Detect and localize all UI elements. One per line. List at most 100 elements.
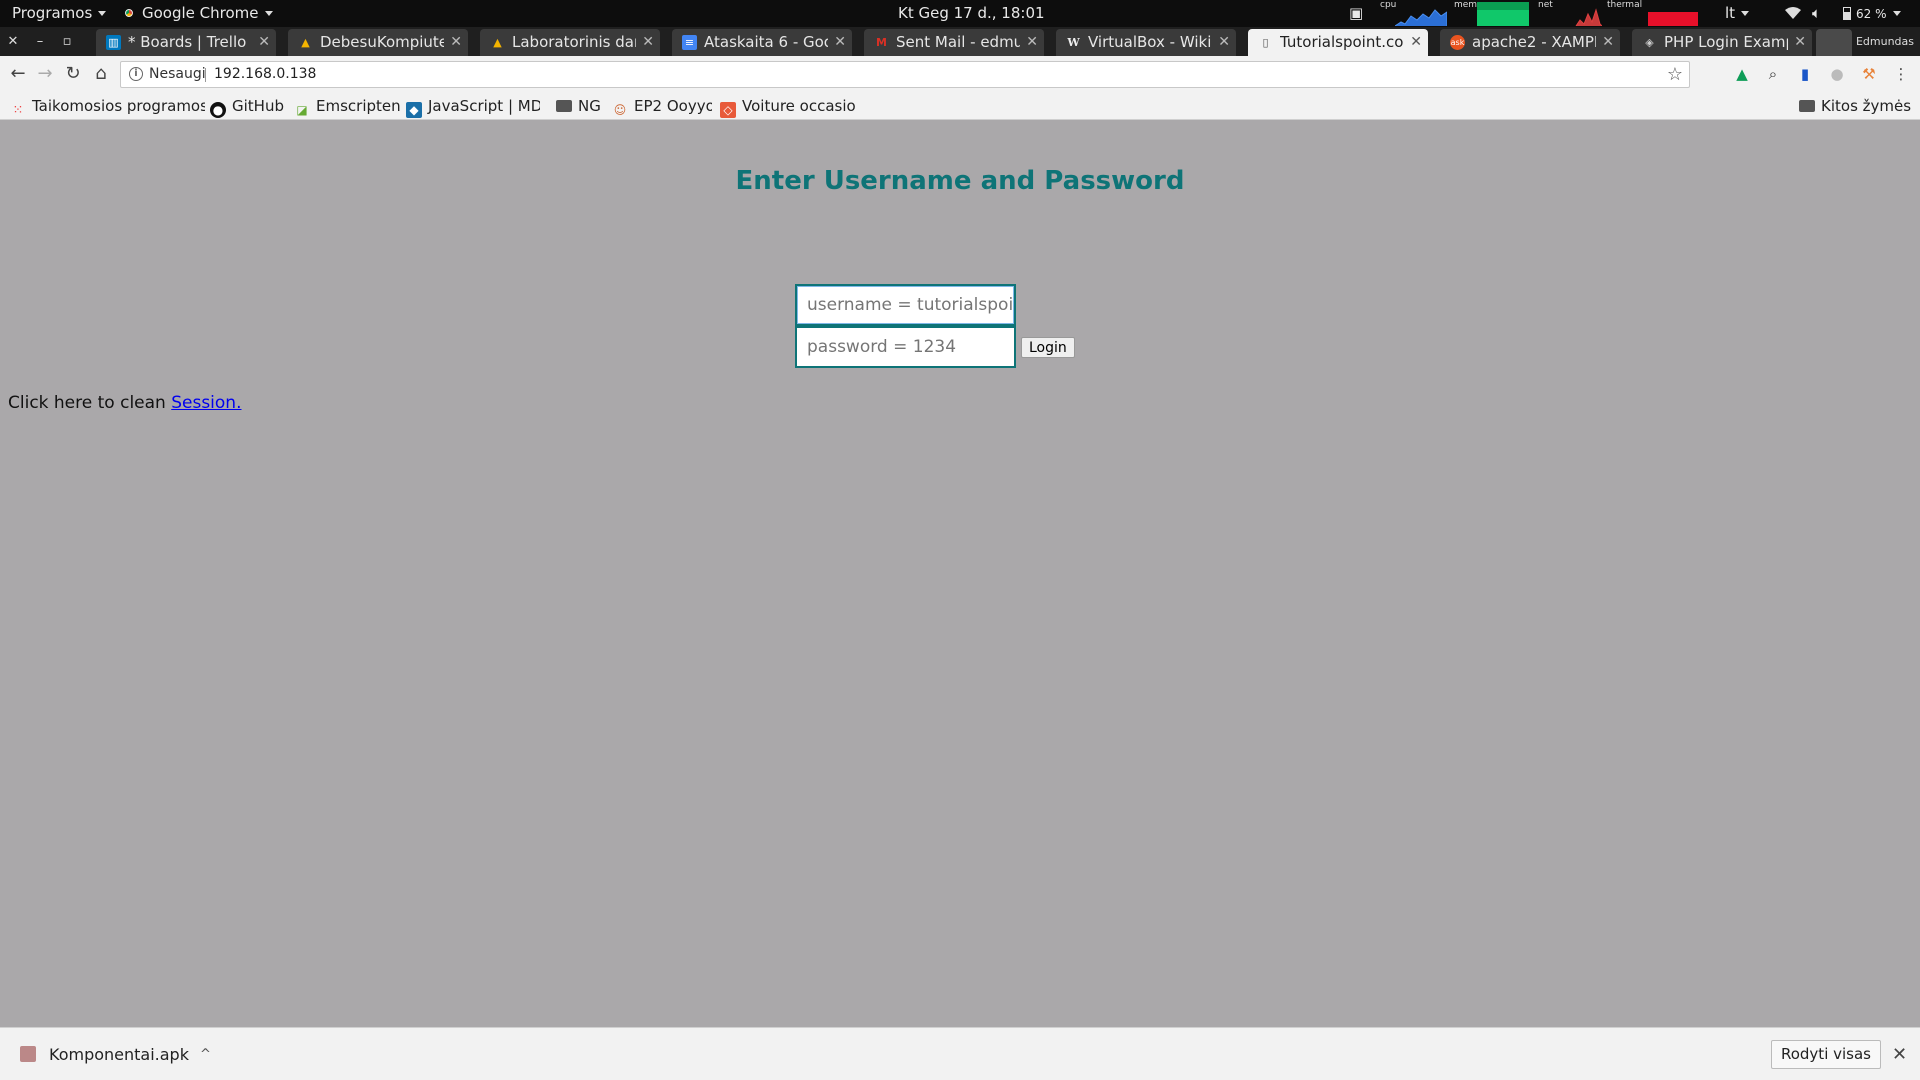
chrome-icon bbox=[122, 6, 136, 20]
bookmark-label: JavaScript | MDN bbox=[428, 97, 540, 115]
keyboard-layout-label: lt bbox=[1725, 4, 1736, 22]
info-icon[interactable]: i bbox=[129, 67, 143, 81]
chevron-down-icon bbox=[1892, 11, 1901, 16]
tab-title: Sent Mail - edmund bbox=[896, 33, 1020, 51]
tab-close-icon[interactable]: ✕ bbox=[834, 29, 846, 56]
clean-session-text: Click here to clean bbox=[8, 393, 172, 413]
download-shelf: Komponentai.apk ^ Rodyti visas ✕ bbox=[0, 1027, 1920, 1080]
google-drive-extension-icon[interactable]: ▲ bbox=[1732, 64, 1752, 84]
tab-title: Ataskaita 6 - Googl bbox=[704, 33, 828, 51]
download-file-name[interactable]: Komponentai.apk bbox=[49, 1028, 189, 1080]
extension-circle-icon[interactable]: ● bbox=[1827, 64, 1847, 84]
tab-ataskaita[interactable]: ≡ Ataskaita 6 - Googl ✕ bbox=[672, 29, 852, 56]
ooyyo-icon: ☺ bbox=[613, 103, 627, 117]
login-button[interactable]: Login bbox=[1021, 337, 1075, 358]
tab-close-icon[interactable]: ✕ bbox=[450, 29, 462, 56]
tab-title: VirtualBox - Wikipe bbox=[1088, 33, 1212, 51]
tab-strip: ✕ – ▫ ▥ * Boards | Trello ✕ ▲ DebesuKomp… bbox=[0, 27, 1920, 56]
tab-title: DebesuKompiuterij bbox=[320, 33, 444, 51]
session-link[interactable]: Session. bbox=[171, 393, 241, 413]
clock[interactable]: Kt Geg 17 d., 18:01 bbox=[898, 0, 1045, 27]
bookmark-ooyyo[interactable]: ☺ EP2 Ooyyo bbox=[612, 92, 712, 120]
extension-hammer-icon[interactable]: ⚒ bbox=[1859, 64, 1879, 84]
cpu-graph bbox=[1395, 9, 1447, 26]
forward-arrow-icon[interactable]: → bbox=[33, 62, 57, 86]
bookmark-folder-ng[interactable]: NG bbox=[556, 92, 606, 120]
keyboard-layout[interactable]: lt bbox=[1725, 0, 1750, 27]
bookmark-label: Taikomosios programos bbox=[32, 97, 205, 115]
page-title: Enter Username and Password bbox=[735, 166, 1185, 196]
chevron-up-icon[interactable]: ^ bbox=[200, 1028, 211, 1080]
tab-close-icon[interactable]: ✕ bbox=[642, 29, 654, 56]
bookmark-apps[interactable]: ⁙ Taikomosios programos bbox=[10, 92, 205, 120]
network-graph bbox=[1575, 8, 1602, 26]
battery-indicator[interactable]: 62 % bbox=[1843, 0, 1901, 27]
tab-close-icon[interactable]: ✕ bbox=[1602, 29, 1614, 56]
bookmark-star-icon[interactable]: ☆ bbox=[1667, 62, 1683, 87]
mem-monitor-label: mem bbox=[1454, 0, 1478, 10]
password-input[interactable] bbox=[795, 326, 1016, 368]
github-icon: ● bbox=[210, 102, 226, 118]
username-input[interactable] bbox=[795, 284, 1016, 326]
bookmark-github[interactable]: ● GitHub bbox=[210, 92, 290, 120]
tab-php-login[interactable]: ◈ PHP Login Example ✕ bbox=[1632, 29, 1812, 56]
bookmark-voiture[interactable]: ◇ Voiture occasion bbox=[720, 92, 856, 120]
trello-icon: ▥ bbox=[106, 35, 121, 50]
chevron-down-icon bbox=[264, 11, 273, 16]
address-bar[interactable]: i Nesaugi 192.168.0.138 ☆ bbox=[120, 61, 1690, 88]
system-top-panel: Programos Google Chrome Kt Geg 17 d., 18… bbox=[0, 0, 1920, 27]
tab-laboratorinis[interactable]: ▲ Laboratorinis darba ✕ bbox=[480, 29, 660, 56]
system-monitor-icon[interactable]: ▣ bbox=[1349, 0, 1363, 27]
security-label[interactable]: Nesaugi bbox=[149, 62, 206, 87]
home-icon[interactable]: ⌂ bbox=[89, 62, 113, 86]
bookmark-extension-icon[interactable]: ▮ bbox=[1795, 64, 1815, 84]
askubuntu-icon: ask bbox=[1450, 35, 1465, 50]
volume-icon[interactable]: 🔈︎ bbox=[1812, 0, 1821, 27]
net-monitor-label: net bbox=[1538, 0, 1553, 10]
tab-close-icon[interactable]: ✕ bbox=[1026, 29, 1038, 56]
bookmarks-bar: ⁙ Taikomosios programos ● GitHub ◪ Emscript… bbox=[0, 92, 1920, 120]
gmail-icon: M bbox=[876, 36, 887, 49]
url-text[interactable]: 192.168.0.138 bbox=[214, 62, 316, 87]
browser-toolbar: ← → ↻ ⌂ i Nesaugi 192.168.0.138 ☆ ▲ ⌕ ▮ … bbox=[0, 56, 1920, 92]
apps-menu[interactable]: Programos bbox=[12, 0, 107, 27]
tab-title: PHP Login Example bbox=[1664, 33, 1788, 51]
zoom-icon[interactable]: ⌕ bbox=[1763, 64, 1783, 84]
back-arrow-icon[interactable]: ← bbox=[6, 62, 30, 86]
active-app-menu[interactable]: Google Chrome bbox=[122, 0, 273, 27]
reload-icon[interactable]: ↻ bbox=[61, 62, 85, 86]
tab-debesu[interactable]: ▲ DebesuKompiuterij ✕ bbox=[288, 29, 468, 56]
battery-label: 62 % bbox=[1856, 7, 1887, 21]
bookmark-mdn[interactable]: ◆ JavaScript | MDN bbox=[406, 92, 540, 120]
tab-close-icon[interactable]: ✕ bbox=[1218, 29, 1230, 56]
google-docs-icon: ≡ bbox=[682, 35, 697, 50]
tab-close-icon[interactable]: ✕ bbox=[1410, 29, 1422, 56]
window-minimize-icon[interactable]: – bbox=[29, 27, 51, 56]
other-bookmarks-folder[interactable]: Kitos žymės bbox=[1799, 92, 1913, 120]
tab-gmail[interactable]: M Sent Mail - edmund ✕ bbox=[864, 29, 1044, 56]
bookmark-label: Emscripten bbox=[316, 97, 401, 115]
apk-file-icon bbox=[20, 1046, 36, 1062]
folder-icon bbox=[1799, 100, 1815, 112]
page-icon: ▯ bbox=[1262, 36, 1269, 49]
tab-close-icon[interactable]: ✕ bbox=[1794, 29, 1806, 56]
tab-title: Laboratorinis darba bbox=[512, 33, 636, 51]
tab-trello[interactable]: ▥ * Boards | Trello ✕ bbox=[96, 29, 276, 56]
bookmark-emscripten[interactable]: ◪ Emscripten bbox=[294, 92, 406, 120]
wifi-icon[interactable] bbox=[1785, 0, 1801, 27]
window-close-icon[interactable]: ✕ bbox=[2, 27, 24, 56]
chevron-down-icon bbox=[1741, 11, 1750, 16]
show-all-downloads-button[interactable]: Rodyti visas bbox=[1771, 1040, 1881, 1069]
tutorialspoint-icon: ◈ bbox=[1645, 36, 1654, 49]
window-maximize-icon[interactable]: ▫ bbox=[56, 27, 78, 56]
bookmark-label: Voiture occasion bbox=[742, 97, 856, 115]
close-icon[interactable]: ✕ bbox=[1892, 1028, 1907, 1080]
tab-apache2[interactable]: ask apache2 - XAMPP: ( ✕ bbox=[1440, 29, 1620, 56]
profile-name[interactable]: Edmundas bbox=[1856, 27, 1914, 56]
new-tab-button[interactable] bbox=[1816, 29, 1852, 56]
tab-tutorialspoint[interactable]: ▯ Tutorialspoint.com ✕ bbox=[1248, 29, 1428, 56]
tab-virtualbox[interactable]: W VirtualBox - Wikipe ✕ bbox=[1056, 29, 1236, 56]
memory-graph bbox=[1477, 2, 1529, 26]
tab-close-icon[interactable]: ✕ bbox=[258, 29, 270, 56]
menu-kebab-icon[interactable]: ⋮ bbox=[1891, 64, 1911, 84]
